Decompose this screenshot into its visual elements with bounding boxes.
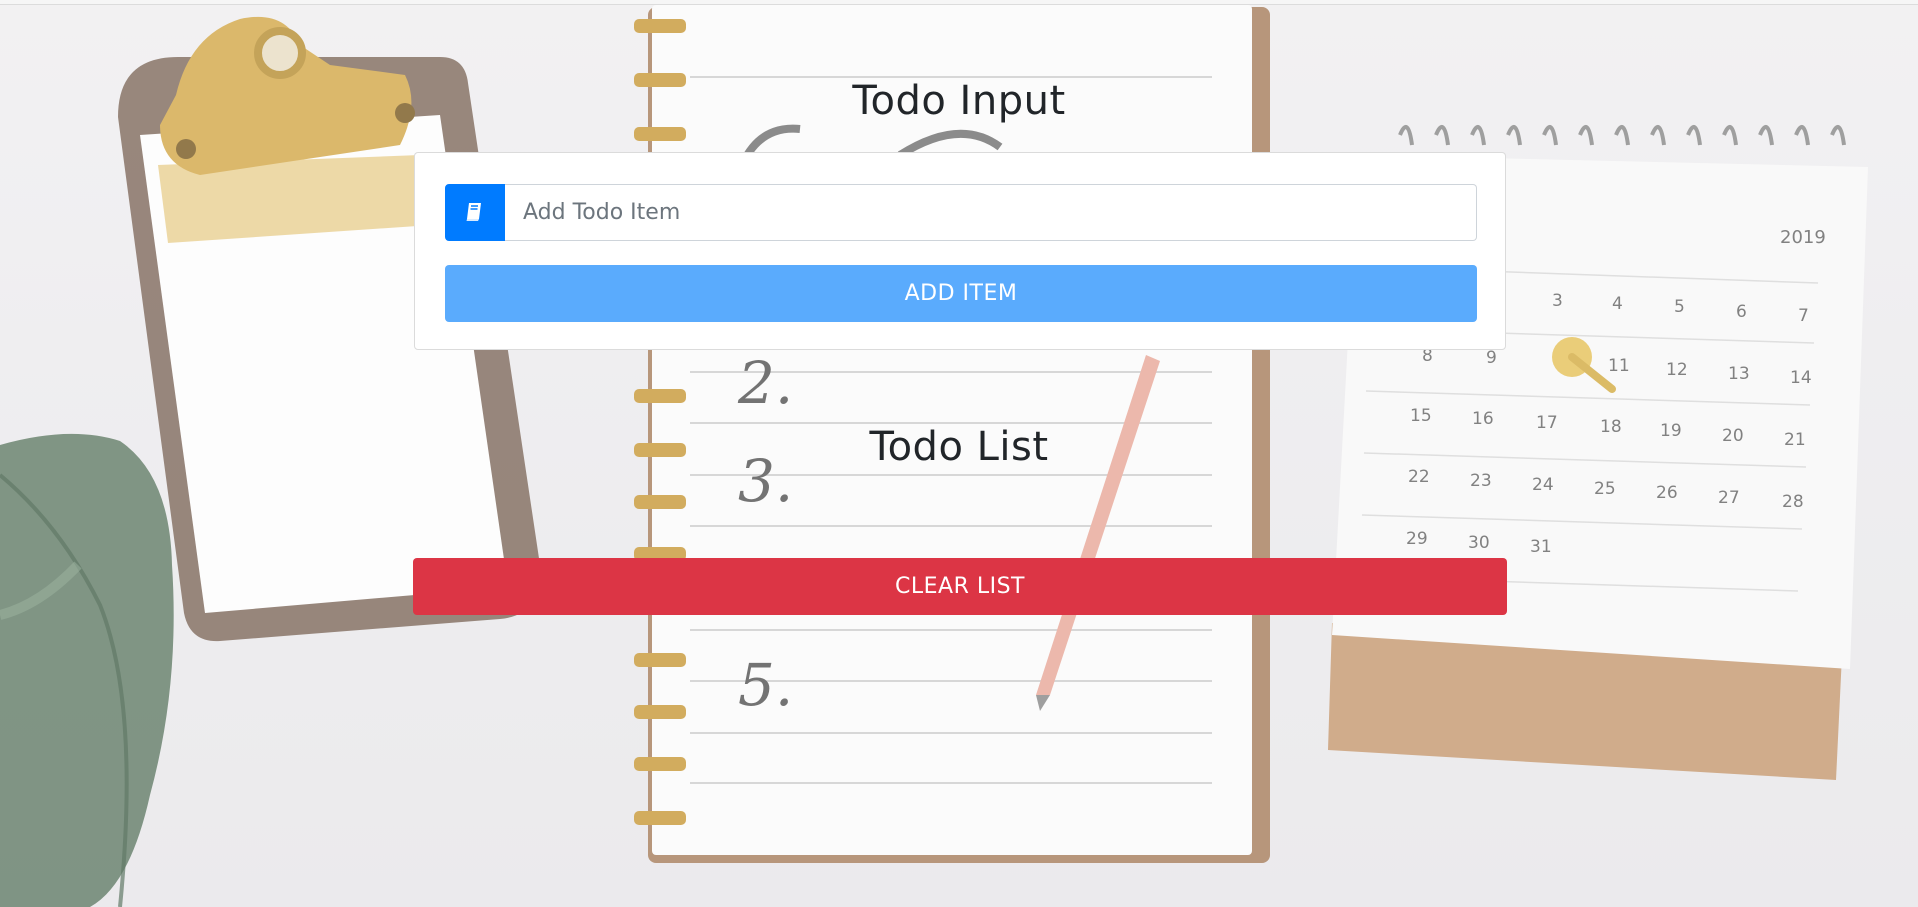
clear-list-button[interactable]: CLEAR LIST — [413, 558, 1507, 615]
add-item-button[interactable]: ADD ITEM — [445, 265, 1477, 322]
todo-input-group — [445, 184, 1477, 241]
todo-list-heading: Todo List — [869, 424, 1049, 470]
todo-app: Todo Input ADD ITEM Todo List CLEAR LIST — [0, 0, 1918, 907]
todo-input-heading: Todo Input — [852, 78, 1066, 124]
book-icon-addon — [445, 184, 505, 241]
todo-input-card: ADD ITEM — [414, 152, 1506, 350]
book-icon — [464, 200, 486, 226]
todo-item-input[interactable] — [505, 184, 1477, 241]
